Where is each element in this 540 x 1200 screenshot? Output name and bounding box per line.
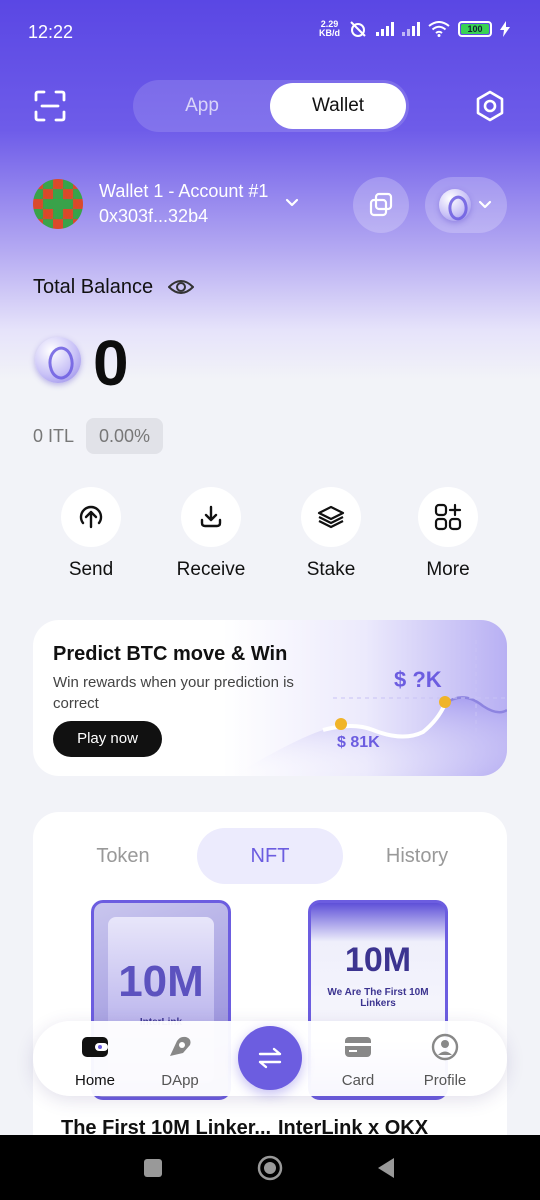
stake-label: Stake — [306, 559, 356, 580]
chevron-down-icon — [478, 200, 492, 209]
receive-button[interactable]: Receive — [161, 487, 261, 581]
stake-button[interactable]: Stake — [281, 487, 381, 581]
receive-label: Receive — [176, 559, 246, 580]
nav-card[interactable]: Card — [318, 1033, 398, 1089]
total-balance-label: Total Balance — [33, 276, 154, 298]
account-address[interactable]: 0x303f...32b4 — [99, 206, 208, 227]
banner-title: Predict BTC move & Win — [53, 643, 288, 665]
profile-icon — [431, 1033, 459, 1061]
interlink-coin-icon — [35, 337, 81, 383]
play-now-button[interactable]: Play now — [53, 721, 162, 757]
status-bar: 12:22 2.29 KB/d 100 — [0, 0, 540, 64]
tab-token[interactable]: Token — [53, 828, 193, 884]
balance-value: 0 — [93, 327, 129, 399]
segment-wallet[interactable]: Wallet — [270, 83, 406, 129]
home-button[interactable] — [257, 1155, 283, 1181]
network-speed: 2.29 KB/d — [319, 19, 340, 38]
copy-address-button[interactable] — [353, 177, 409, 233]
system-navigation-bar — [0, 1135, 540, 1200]
swap-icon — [258, 1047, 282, 1069]
nft-art-text: 10M — [344, 941, 412, 979]
grid-plus-icon — [434, 503, 462, 531]
signal-icon — [376, 22, 394, 36]
swap-button[interactable] — [238, 1026, 302, 1090]
nft-art-text: 10M — [118, 957, 204, 1006]
wifi-icon — [428, 21, 450, 37]
nav-card-label: Card — [341, 1072, 375, 1089]
wallet-icon — [82, 1037, 108, 1057]
more-label: More — [426, 559, 470, 580]
back-button[interactable] — [376, 1157, 396, 1179]
nft-art-caption: We Are The First 10M Linkers — [327, 987, 429, 1009]
token-amount: 0 ITL — [33, 426, 75, 446]
send-label: Send — [68, 559, 114, 580]
scan-icon[interactable] — [34, 90, 66, 122]
chevron-down-icon[interactable] — [283, 194, 301, 212]
nav-home[interactable]: Home — [55, 1033, 135, 1089]
banner-target-label: $ ?K — [394, 667, 442, 692]
status-time: 12:22 — [28, 22, 74, 42]
settings-icon[interactable] — [474, 90, 506, 122]
tab-history[interactable]: History — [347, 828, 487, 884]
card-icon — [345, 1037, 371, 1057]
bottom-navigation: Home DApp Card Profile — [33, 1021, 507, 1096]
send-button[interactable]: Send — [41, 487, 141, 581]
nav-dapp-label: DApp — [161, 1072, 199, 1089]
status-icons: 2.29 KB/d 100 — [319, 20, 510, 38]
nav-home-label: Home — [74, 1072, 115, 1089]
recents-button[interactable] — [144, 1159, 162, 1177]
interlink-coin-icon — [439, 189, 471, 221]
balance-change-badge: 0.00% — [86, 418, 163, 454]
more-button[interactable]: More — [398, 487, 498, 581]
nav-profile[interactable]: Profile — [405, 1033, 485, 1089]
compass-icon — [170, 1036, 191, 1056]
alarm-off-icon — [350, 21, 366, 37]
nav-profile-label: Profile — [423, 1072, 467, 1089]
download-icon — [200, 505, 222, 528]
layers-icon — [317, 505, 345, 529]
battery-icon: 100 — [458, 21, 492, 37]
arrow-up-circle-icon — [79, 505, 103, 529]
banner-subtitle: Win rewards when your prediction is corr… — [53, 674, 294, 712]
network-selector[interactable] — [425, 177, 507, 233]
promo-banner[interactable]: Predict BTC move & Win Win rewards when … — [33, 620, 507, 776]
banner-current-label: $ 81K — [337, 734, 380, 751]
avatar[interactable] — [33, 179, 83, 229]
assets-panel: Token NFT History 10M InterLink 10M We A… — [33, 812, 507, 1152]
nav-dapp[interactable]: DApp — [140, 1033, 220, 1089]
tab-nft[interactable]: NFT — [197, 828, 343, 884]
app-wallet-switch: App Wallet — [133, 80, 409, 132]
account-name[interactable]: Wallet 1 - Account #1 — [99, 181, 268, 202]
eye-icon[interactable] — [168, 276, 194, 298]
copy-icon — [369, 192, 393, 217]
charging-icon — [500, 21, 510, 37]
signal-icon-2 — [402, 22, 420, 36]
segment-app[interactable]: App — [133, 80, 271, 132]
